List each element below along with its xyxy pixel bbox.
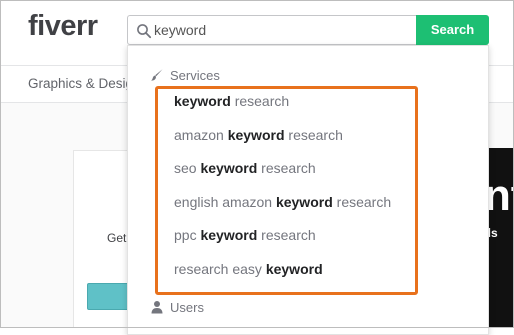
- suggestion-suffix: research: [257, 227, 316, 244]
- suggestion-match: keyword: [200, 160, 258, 177]
- users-section-header: Users: [150, 299, 204, 317]
- brush-icon: [150, 68, 164, 82]
- search-box[interactable]: [127, 15, 417, 45]
- suggestion-match: keyword: [275, 193, 333, 210]
- suggestion-match: keyword: [227, 126, 285, 143]
- suggestion-match: keyword: [265, 260, 323, 277]
- suggestion-list: keyword research amazon keyword research…: [157, 85, 417, 287]
- suggestion-suffix: research: [230, 93, 290, 109]
- suggestion-suffix: research: [332, 193, 392, 210]
- services-section-header: Services: [150, 67, 220, 85]
- suggestion-item[interactable]: research easy keyword: [157, 253, 417, 287]
- suggestion-item[interactable]: ppc keyword research: [157, 219, 417, 253]
- suggestion-suffix: research: [257, 160, 316, 177]
- fiverr-logo[interactable]: fiverr: [28, 8, 98, 44]
- search-suggestions-dropdown: Services keyword research amazon keyword…: [127, 45, 489, 335]
- user-icon: [150, 300, 164, 314]
- search-button[interactable]: Search: [416, 15, 489, 45]
- promo-text: Get: [107, 231, 127, 245]
- search-input[interactable]: [154, 20, 404, 40]
- suggestion-item[interactable]: english amazon keyword research: [157, 186, 417, 220]
- suggestion-prefix: ppc: [174, 227, 201, 244]
- suggestion-item[interactable]: keyword research: [157, 85, 417, 119]
- search-icon: [136, 23, 152, 39]
- suggestion-item[interactable]: amazon keyword research: [157, 119, 417, 153]
- suggestion-match: keyword: [174, 93, 231, 109]
- suggestion-item[interactable]: seo keyword research: [157, 152, 417, 186]
- suggestion-prefix: research easy: [174, 260, 266, 277]
- services-label: Services: [170, 68, 220, 83]
- search-bar: Search: [127, 15, 489, 45]
- suggestion-prefix: english amazon: [174, 193, 276, 210]
- suggestion-suffix: research: [284, 126, 343, 143]
- suggestion-match: keyword: [200, 227, 258, 244]
- users-label: Users: [170, 300, 204, 315]
- suggestion-prefix: amazon: [174, 126, 228, 143]
- nav-item-graphics-design[interactable]: Graphics & Design: [28, 76, 141, 91]
- suggestion-prefix: seo: [174, 160, 201, 177]
